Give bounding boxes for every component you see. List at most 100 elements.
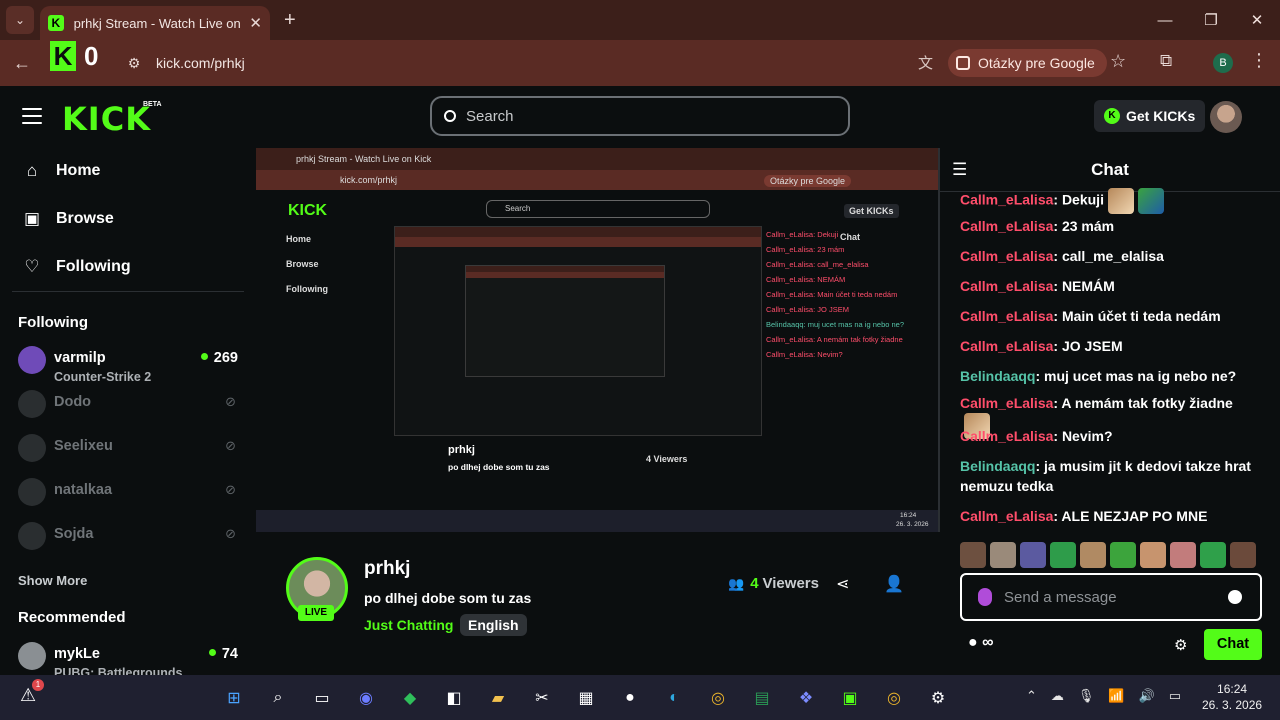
channel-name: natalkaa <box>54 482 113 498</box>
url-text[interactable]: kick.com/prhkj <box>156 55 245 71</box>
chat-username[interactable]: Callm_eLalisa <box>960 248 1053 264</box>
onedrive-icon[interactable]: ☁ <box>1051 688 1064 704</box>
app-icon[interactable]: ● <box>614 682 646 714</box>
chat-settings-icon[interactable]: ⚙ <box>1174 636 1187 654</box>
calculator-icon[interactable]: ▦ <box>570 682 602 714</box>
search-bar[interactable] <box>430 96 850 136</box>
sidebar-item-home[interactable]: ⌂ Home <box>22 156 101 186</box>
volume-icon[interactable]: 🔊 <box>1139 688 1155 704</box>
chat-message: Callm_eLalisa: JO JSEM <box>960 336 1260 356</box>
send-chat-button[interactable]: Chat <box>1204 629 1262 660</box>
chevron-up-icon[interactable]: ⌃ <box>1026 688 1037 704</box>
back-arrow-icon[interactable]: ← <box>2 53 42 74</box>
offline-icon: ⊘ <box>225 482 236 497</box>
browse-icon: ▣ <box>23 209 41 228</box>
task-view-icon[interactable]: ▭ <box>306 682 338 714</box>
google-questions-button[interactable]: Otázky pre Google <box>948 49 1107 77</box>
preview-stream-title: po dlhej dobe som tu zas <box>448 462 550 472</box>
channel-name: mykLe <box>54 646 100 662</box>
new-tab-button[interactable]: + <box>284 9 296 32</box>
chrome-profile-icon[interactable]: ◎ <box>878 682 910 714</box>
chat-username[interactable]: Callm_eLalisa <box>960 395 1053 411</box>
start-icon[interactable]: ⊞ <box>218 682 250 714</box>
recommended-channel[interactable]: mykLe PUBG: Battlegrounds 74 <box>18 638 240 675</box>
chat-username[interactable]: Callm_eLalisa <box>960 308 1053 324</box>
site-info-icon[interactable]: ⚙ <box>120 49 148 77</box>
following-channel[interactable]: natalkaa ⊘ <box>18 474 240 514</box>
search-icon[interactable]: ⌕ <box>262 682 294 714</box>
minimize-icon[interactable]: — <box>1142 0 1188 40</box>
extensions-icon[interactable]: ⧉ <box>1160 51 1172 71</box>
chat-username[interactable]: Callm_eLalisa <box>960 278 1053 294</box>
chat-input-box[interactable] <box>960 573 1262 621</box>
emote[interactable] <box>1050 542 1076 568</box>
user-avatar[interactable] <box>1210 101 1242 133</box>
video-player[interactable]: prhkj Stream - Watch Live on Kick kick.c… <box>256 148 940 532</box>
emote[interactable] <box>1200 542 1226 568</box>
bookmark-star-icon[interactable]: ☆ <box>1110 51 1126 72</box>
following-channel[interactable]: Sojda ⊘ <box>18 518 240 558</box>
chat-username[interactable]: Callm_eLalisa <box>960 218 1053 234</box>
emote[interactable] <box>1140 542 1166 568</box>
translate-icon[interactable]: 文 <box>918 52 933 73</box>
close-window-icon[interactable]: ✕ <box>1234 0 1280 40</box>
steam-icon[interactable]: ⚙ <box>922 682 954 714</box>
browser-menu-icon[interactable]: ⋮ <box>1250 50 1268 71</box>
viewer-count: 269 <box>201 350 238 366</box>
follow-user-icon[interactable]: 👤 <box>884 574 904 594</box>
following-channel[interactable]: Seelixeu ⊘ <box>18 430 240 470</box>
browser-tab[interactable]: K prhkj Stream - Watch Live on Kick ✕ <box>40 6 270 40</box>
following-channel[interactable]: Dodo ⊘ <box>18 386 240 426</box>
chat-username[interactable]: Callm_eLalisa <box>960 508 1053 524</box>
hamburger-menu-icon[interactable] <box>22 108 42 124</box>
file-explorer-icon[interactable]: ▰ <box>482 682 514 714</box>
restore-icon[interactable]: ❐ <box>1188 0 1234 40</box>
profile-avatar[interactable]: B <box>1213 53 1233 73</box>
chat-username[interactable]: Callm_eLalisa <box>960 338 1053 354</box>
emote[interactable] <box>990 542 1016 568</box>
discord-icon[interactable]: ◉ <box>350 682 382 714</box>
chevron-down-icon: ⌄ <box>14 13 26 27</box>
emoji-icon[interactable] <box>1228 590 1242 604</box>
chat-message: Callm_eLalisa: Nevim? <box>960 426 1260 446</box>
sidebar-item-browse[interactable]: ▣ Browse <box>22 204 114 234</box>
get-kicks-button[interactable]: K Get KICKs <box>1094 100 1206 132</box>
emote[interactable] <box>1230 542 1256 568</box>
kick-app-icon[interactable]: ▣ <box>834 682 866 714</box>
kick-logo[interactable]: KICK <box>62 100 151 138</box>
stream-category-link[interactable]: Just Chatting <box>364 617 453 633</box>
copilot-icon[interactable]: ❖ <box>790 682 822 714</box>
show-more-link[interactable]: Show More <box>18 573 87 588</box>
chat-username[interactable]: Callm_eLalisa <box>960 192 1053 208</box>
stream-language-tag[interactable]: English <box>460 614 527 636</box>
chrome-icon[interactable]: ◎ <box>702 682 734 714</box>
following-channel[interactable]: varmilp Counter-Strike 2 269 <box>18 342 240 384</box>
sidebar-item-following[interactable]: ♡ Following <box>22 252 130 282</box>
clock[interactable]: 16:24 26. 3. 2026 <box>1202 681 1262 713</box>
app-icon[interactable]: ◧ <box>438 682 470 714</box>
wifi-icon[interactable]: 📶 <box>1108 688 1124 704</box>
excel-icon[interactable]: ▤ <box>746 682 778 714</box>
kick-points[interactable]: ● ∞ <box>968 634 994 652</box>
microphone-icon[interactable] <box>978 588 992 606</box>
chat-username[interactable]: Callm_eLalisa <box>960 428 1053 444</box>
edge-icon[interactable]: ◐ <box>658 682 690 714</box>
emote[interactable] <box>1110 542 1136 568</box>
address-bar[interactable]: ⚙ kick.com/prhkj <box>120 46 940 80</box>
battery-icon[interactable]: ▭ <box>1169 688 1181 704</box>
security-icon[interactable]: ◆ <box>394 682 426 714</box>
tab-search-button[interactable]: ⌄ <box>6 6 34 34</box>
chat-username[interactable]: Belindaaqq <box>960 368 1035 384</box>
streamer-name[interactable]: prhkj <box>364 558 410 580</box>
chat-message-input[interactable] <box>1004 588 1228 606</box>
mic-tray-icon[interactable]: 🎙 <box>1078 688 1095 704</box>
chat-username[interactable]: Belindaaqq <box>960 458 1035 474</box>
capcut-icon[interactable]: ✂ <box>526 682 558 714</box>
emote[interactable] <box>1080 542 1106 568</box>
emote[interactable] <box>960 542 986 568</box>
emote[interactable] <box>1020 542 1046 568</box>
search-input[interactable] <box>466 107 806 125</box>
close-tab-icon[interactable]: ✕ <box>249 14 262 32</box>
share-icon[interactable]: ⋖ <box>836 574 849 594</box>
emote[interactable] <box>1170 542 1196 568</box>
